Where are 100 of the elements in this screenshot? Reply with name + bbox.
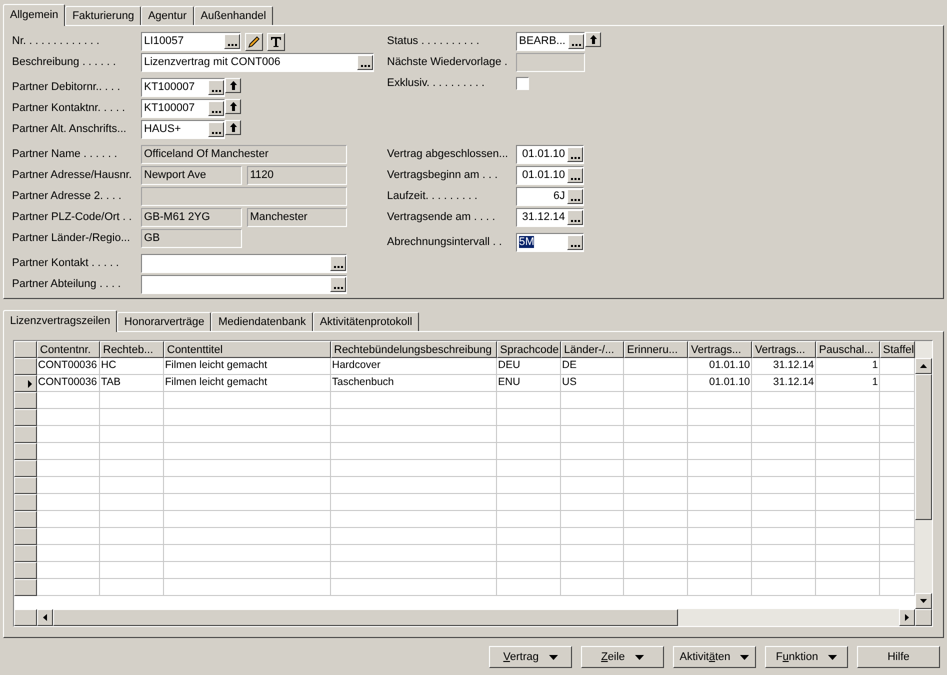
lookup-button[interactable] — [330, 277, 346, 292]
field-label: Partner Abteilung . . . . — [12, 277, 122, 292]
empty-cell — [561, 426, 624, 443]
empty-cell — [816, 443, 880, 460]
column-header[interactable]: Contentnr. — [37, 341, 100, 358]
input-field[interactable]: BEARB... — [516, 32, 585, 51]
lookup-button[interactable] — [567, 168, 583, 183]
drilldown-button[interactable] — [225, 99, 241, 114]
row-selector[interactable] — [14, 579, 37, 596]
input-field[interactable]: 01.01.10 — [516, 166, 584, 185]
input-field[interactable]: 01.01.10 — [516, 145, 584, 164]
tab[interactable]: Agentur — [141, 6, 194, 25]
action-button[interactable]: Zeile — [581, 646, 664, 668]
column-header[interactable]: Contenttitel — [164, 341, 331, 358]
edit-button[interactable] — [245, 32, 263, 50]
empty-cell — [688, 477, 752, 494]
column-header[interactable]: Rechtebündelungsbeschreibung — [331, 341, 497, 358]
lookup-button[interactable] — [208, 80, 224, 95]
row-selector[interactable] — [14, 375, 37, 392]
tab[interactable]: Fakturierung — [65, 6, 142, 25]
row-selector[interactable] — [14, 562, 37, 579]
tab[interactable]: Außenhandel — [194, 6, 274, 25]
drilldown-button[interactable] — [585, 32, 601, 47]
tab[interactable]: Honorarverträge — [117, 312, 212, 331]
lookup-button[interactable] — [567, 189, 583, 204]
lookup-button[interactable] — [567, 147, 583, 162]
table-cell: Filmen leicht gemacht — [164, 375, 331, 392]
action-button[interactable]: Aktivitäten — [673, 646, 756, 668]
empty-cell — [688, 409, 752, 426]
empty-cell — [497, 528, 561, 545]
action-button[interactable]: Funktion — [765, 646, 848, 668]
empty-cell — [561, 579, 624, 596]
column-header[interactable]: Vertrags... — [752, 341, 816, 358]
lookup-button[interactable] — [208, 122, 224, 137]
lookup-button[interactable] — [567, 210, 583, 225]
drilldown-button[interactable] — [225, 78, 241, 93]
table-cell — [624, 358, 688, 375]
column-header[interactable]: Länder-/... — [561, 341, 624, 358]
column-header[interactable]: Pauschal... — [816, 341, 880, 358]
text-format-icon — [270, 36, 282, 48]
action-button[interactable]: Vertrag — [489, 646, 572, 668]
scroll-thumb[interactable] — [53, 609, 678, 626]
empty-cell — [561, 494, 624, 511]
field-label: Partner Adresse/Hausnr. — [12, 168, 133, 184]
row-selector[interactable] — [14, 528, 37, 545]
input-field[interactable]: KT100007 — [141, 78, 225, 97]
input-field[interactable]: LI10057 — [141, 32, 241, 51]
table-cell: Taschenbuch — [331, 375, 497, 392]
field-label: Partner Adresse 2. . . . — [12, 189, 122, 204]
dropdown-icon — [634, 654, 644, 660]
row-selector[interactable] — [14, 426, 37, 443]
lookup-button[interactable] — [330, 256, 346, 271]
input-field[interactable]: HAUS+ — [141, 120, 225, 139]
input-field[interactable]: KT100007 — [141, 99, 225, 118]
scroll-thumb[interactable] — [915, 374, 932, 520]
empty-cell — [624, 392, 688, 409]
lookup-button[interactable] — [208, 101, 224, 116]
row-selector[interactable] — [14, 409, 37, 426]
column-header[interactable]: Sprachcode — [497, 341, 561, 358]
row-selector[interactable] — [14, 358, 37, 375]
input-field[interactable]: 5M — [516, 233, 584, 252]
row-selector[interactable] — [14, 545, 37, 562]
input-field[interactable] — [141, 275, 347, 294]
input-field[interactable]: 31.12.14 — [516, 208, 584, 227]
table-cell: DE — [561, 358, 624, 375]
tab[interactable]: Aktivitätenprotokoll — [312, 312, 420, 331]
field-label: Abrechnungsintervall . . — [387, 235, 503, 250]
column-header[interactable]: Erinneru... — [624, 341, 688, 358]
row-selector[interactable] — [14, 477, 37, 494]
column-header[interactable]: Vertrags... — [688, 341, 752, 358]
column-header[interactable]: Rechteb... — [100, 341, 164, 358]
empty-cell — [752, 494, 816, 511]
input-field[interactable]: Lizenzvertrag mit CONT006 — [141, 53, 374, 72]
tab[interactable]: Allgemein — [3, 4, 66, 26]
checkbox[interactable] — [516, 77, 529, 90]
drilldown-button[interactable] — [225, 120, 241, 135]
row-selector[interactable] — [14, 443, 37, 460]
lookup-button[interactable] — [224, 34, 240, 49]
readonly-field: GB-M61 2YG — [141, 208, 242, 227]
empty-cell — [752, 443, 816, 460]
lookup-button[interactable] — [567, 235, 583, 250]
tab[interactable]: Mediendatenbank — [211, 312, 313, 331]
input-field[interactable]: 6J — [516, 187, 584, 206]
lookup-button[interactable] — [568, 34, 584, 49]
row-selector[interactable] — [14, 494, 37, 511]
action-button[interactable]: Hilfe — [857, 646, 940, 668]
scroll-right-icon — [905, 614, 909, 621]
text-format-button[interactable] — [267, 32, 285, 50]
lookup-button[interactable] — [357, 55, 373, 70]
row-selector[interactable] — [14, 511, 37, 528]
row-selector[interactable] — [14, 460, 37, 477]
horizontal-scrollbar[interactable] — [37, 609, 915, 626]
vertical-scrollbar[interactable] — [915, 341, 932, 609]
empty-cell — [100, 494, 164, 511]
tab[interactable]: Lizenzvertragszeilen — [3, 310, 118, 332]
input-field[interactable] — [141, 254, 347, 273]
column-header[interactable]: Staffel — [880, 341, 915, 358]
empty-cell — [497, 562, 561, 579]
row-selector[interactable] — [14, 392, 37, 409]
empty-cell — [624, 579, 688, 596]
